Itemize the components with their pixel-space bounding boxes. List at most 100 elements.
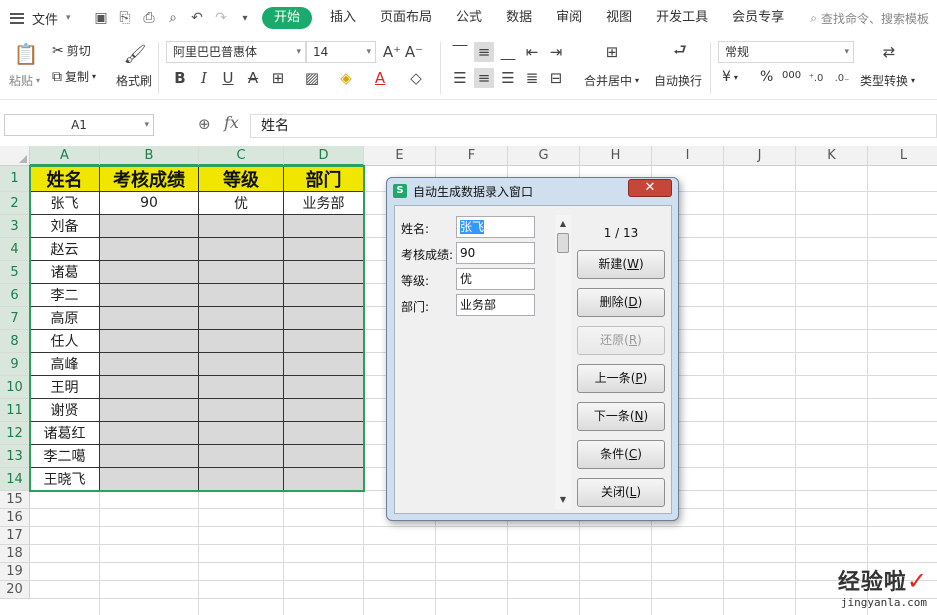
table-cell[interactable]	[199, 284, 284, 307]
criteria-button[interactable]: 条件(C)	[577, 440, 665, 469]
font-name-select[interactable]: 阿里巴巴普惠体 ▾	[166, 41, 306, 63]
font-color-icon[interactable]: A	[370, 68, 390, 88]
column-header-l[interactable]: L	[868, 146, 937, 166]
bold-icon[interactable]: B	[170, 68, 190, 88]
tab-review[interactable]: 审阅	[544, 7, 594, 29]
table-cell[interactable]: 赵云	[30, 238, 100, 261]
table-cell[interactable]: 诸葛	[30, 261, 100, 284]
restore-button[interactable]: 还原(R)	[577, 326, 665, 355]
column-header-c[interactable]: C	[199, 146, 284, 166]
header-cell[interactable]: 等级	[199, 166, 284, 192]
table-cell[interactable]	[100, 238, 199, 261]
align-center-icon[interactable]: ≡	[474, 68, 494, 88]
decrease-decimal-icon[interactable]: .0₋	[832, 68, 852, 88]
table-cell[interactable]	[100, 353, 199, 376]
decrease-indent-icon[interactable]: ⇤	[522, 42, 542, 62]
header-cell[interactable]: 姓名	[30, 166, 100, 192]
command-search[interactable]: ⌕ 查找命令、搜索模板	[810, 10, 929, 27]
underline-icon[interactable]: U	[218, 68, 238, 88]
table-cell[interactable]	[199, 215, 284, 238]
border-icon[interactable]: ⊞	[268, 68, 288, 88]
clear-format-icon[interactable]: ◇	[406, 68, 426, 88]
table-cell[interactable]: 王明	[30, 376, 100, 399]
new-button[interactable]: 新建(W)	[577, 250, 665, 279]
cut-button[interactable]: ✂ 剪切	[52, 42, 91, 59]
table-cell[interactable]: 谢贤	[30, 399, 100, 422]
zoom-icon[interactable]: ⊕	[198, 115, 211, 133]
row-header-19[interactable]: 19	[0, 563, 30, 581]
cell-style-icon[interactable]: ▨	[302, 68, 322, 88]
column-header-i[interactable]: I	[652, 146, 724, 166]
table-cell[interactable]	[100, 399, 199, 422]
column-header-d[interactable]: D	[284, 146, 364, 166]
dialog-titlebar[interactable]: S 自动生成数据录入窗口 ✕	[387, 178, 678, 204]
number-format-select[interactable]: 常规 ▾	[718, 41, 854, 63]
row-header-8[interactable]: 8	[0, 330, 30, 353]
table-cell[interactable]	[199, 468, 284, 491]
type-convert-icon[interactable]: ⇄	[878, 42, 900, 62]
column-header-h[interactable]: H	[580, 146, 652, 166]
font-size-select[interactable]: 14 ▾	[306, 41, 376, 63]
table-cell[interactable]	[284, 445, 364, 468]
fill-color-icon[interactable]: ◈	[336, 68, 356, 88]
row-header-1[interactable]: 1	[0, 166, 30, 192]
table-cell[interactable]	[100, 261, 199, 284]
row-header-17[interactable]: 17	[0, 527, 30, 545]
align-left-icon[interactable]: ☰	[450, 68, 470, 88]
italic-icon[interactable]: I	[194, 68, 214, 88]
table-cell[interactable]	[284, 330, 364, 353]
wrap-text-icon[interactable]: ⮐	[668, 41, 692, 62]
field-input[interactable]: 90	[456, 242, 535, 264]
row-header-13[interactable]: 13	[0, 445, 30, 468]
table-cell[interactable]: 李二	[30, 284, 100, 307]
tab-view[interactable]: 视图	[594, 7, 644, 29]
table-cell[interactable]	[100, 215, 199, 238]
table-cell[interactable]	[199, 307, 284, 330]
print-icon[interactable]: ⎙	[140, 9, 158, 27]
table-cell[interactable]: 优	[199, 192, 284, 215]
table-cell[interactable]	[100, 468, 199, 491]
delete-button[interactable]: 删除(D)	[577, 288, 665, 317]
row-header-10[interactable]: 10	[0, 376, 30, 399]
table-cell[interactable]	[199, 238, 284, 261]
align-right-icon[interactable]: ☰	[498, 68, 518, 88]
table-cell[interactable]	[199, 330, 284, 353]
decrease-font-icon[interactable]: A⁻	[404, 42, 424, 62]
table-cell[interactable]	[284, 307, 364, 330]
field-input[interactable]: 张飞	[456, 216, 535, 238]
tab-data[interactable]: 数据	[494, 7, 544, 29]
wrap-text-button[interactable]: 自动换行	[654, 72, 702, 89]
table-cell[interactable]	[199, 422, 284, 445]
undo-icon[interactable]: ↶	[188, 9, 206, 27]
table-cell[interactable]	[284, 422, 364, 445]
table-cell[interactable]	[284, 399, 364, 422]
table-cell[interactable]: 李二噶	[30, 445, 100, 468]
table-cell[interactable]: 高原	[30, 307, 100, 330]
table-cell[interactable]	[100, 422, 199, 445]
row-header-5[interactable]: 5	[0, 261, 30, 284]
tab-insert[interactable]: 插入	[318, 7, 368, 29]
paste-button[interactable]: 粘贴 ▾	[9, 72, 40, 89]
row-header-12[interactable]: 12	[0, 422, 30, 445]
table-cell[interactable]: 业务部	[284, 192, 364, 215]
table-cell[interactable]: 90	[100, 192, 199, 215]
tab-page-layout[interactable]: 页面布局	[368, 7, 444, 29]
table-cell[interactable]: 诸葛红	[30, 422, 100, 445]
previous-button[interactable]: 上一条(P)	[577, 364, 665, 393]
row-header-11[interactable]: 11	[0, 399, 30, 422]
strikethrough-icon[interactable]: A	[243, 68, 263, 88]
header-cell[interactable]: 部门	[284, 166, 364, 192]
table-cell[interactable]	[100, 376, 199, 399]
currency-button[interactable]: ¥ ▾	[722, 69, 738, 85]
redo-icon[interactable]: ↷	[212, 9, 230, 27]
table-cell[interactable]	[199, 376, 284, 399]
distributed-icon[interactable]: ⊟	[546, 68, 566, 88]
field-input[interactable]: 业务部	[456, 294, 535, 316]
record-scrollbar[interactable]: ▲ ▼	[555, 215, 571, 509]
row-header-15[interactable]: 15	[0, 491, 30, 509]
table-cell[interactable]	[284, 376, 364, 399]
increase-indent-icon[interactable]: ⇥	[546, 42, 566, 62]
export-pdf-icon[interactable]: ⎘	[116, 9, 134, 27]
scroll-down-icon[interactable]: ▼	[555, 493, 571, 507]
scroll-thumb[interactable]	[557, 233, 569, 253]
